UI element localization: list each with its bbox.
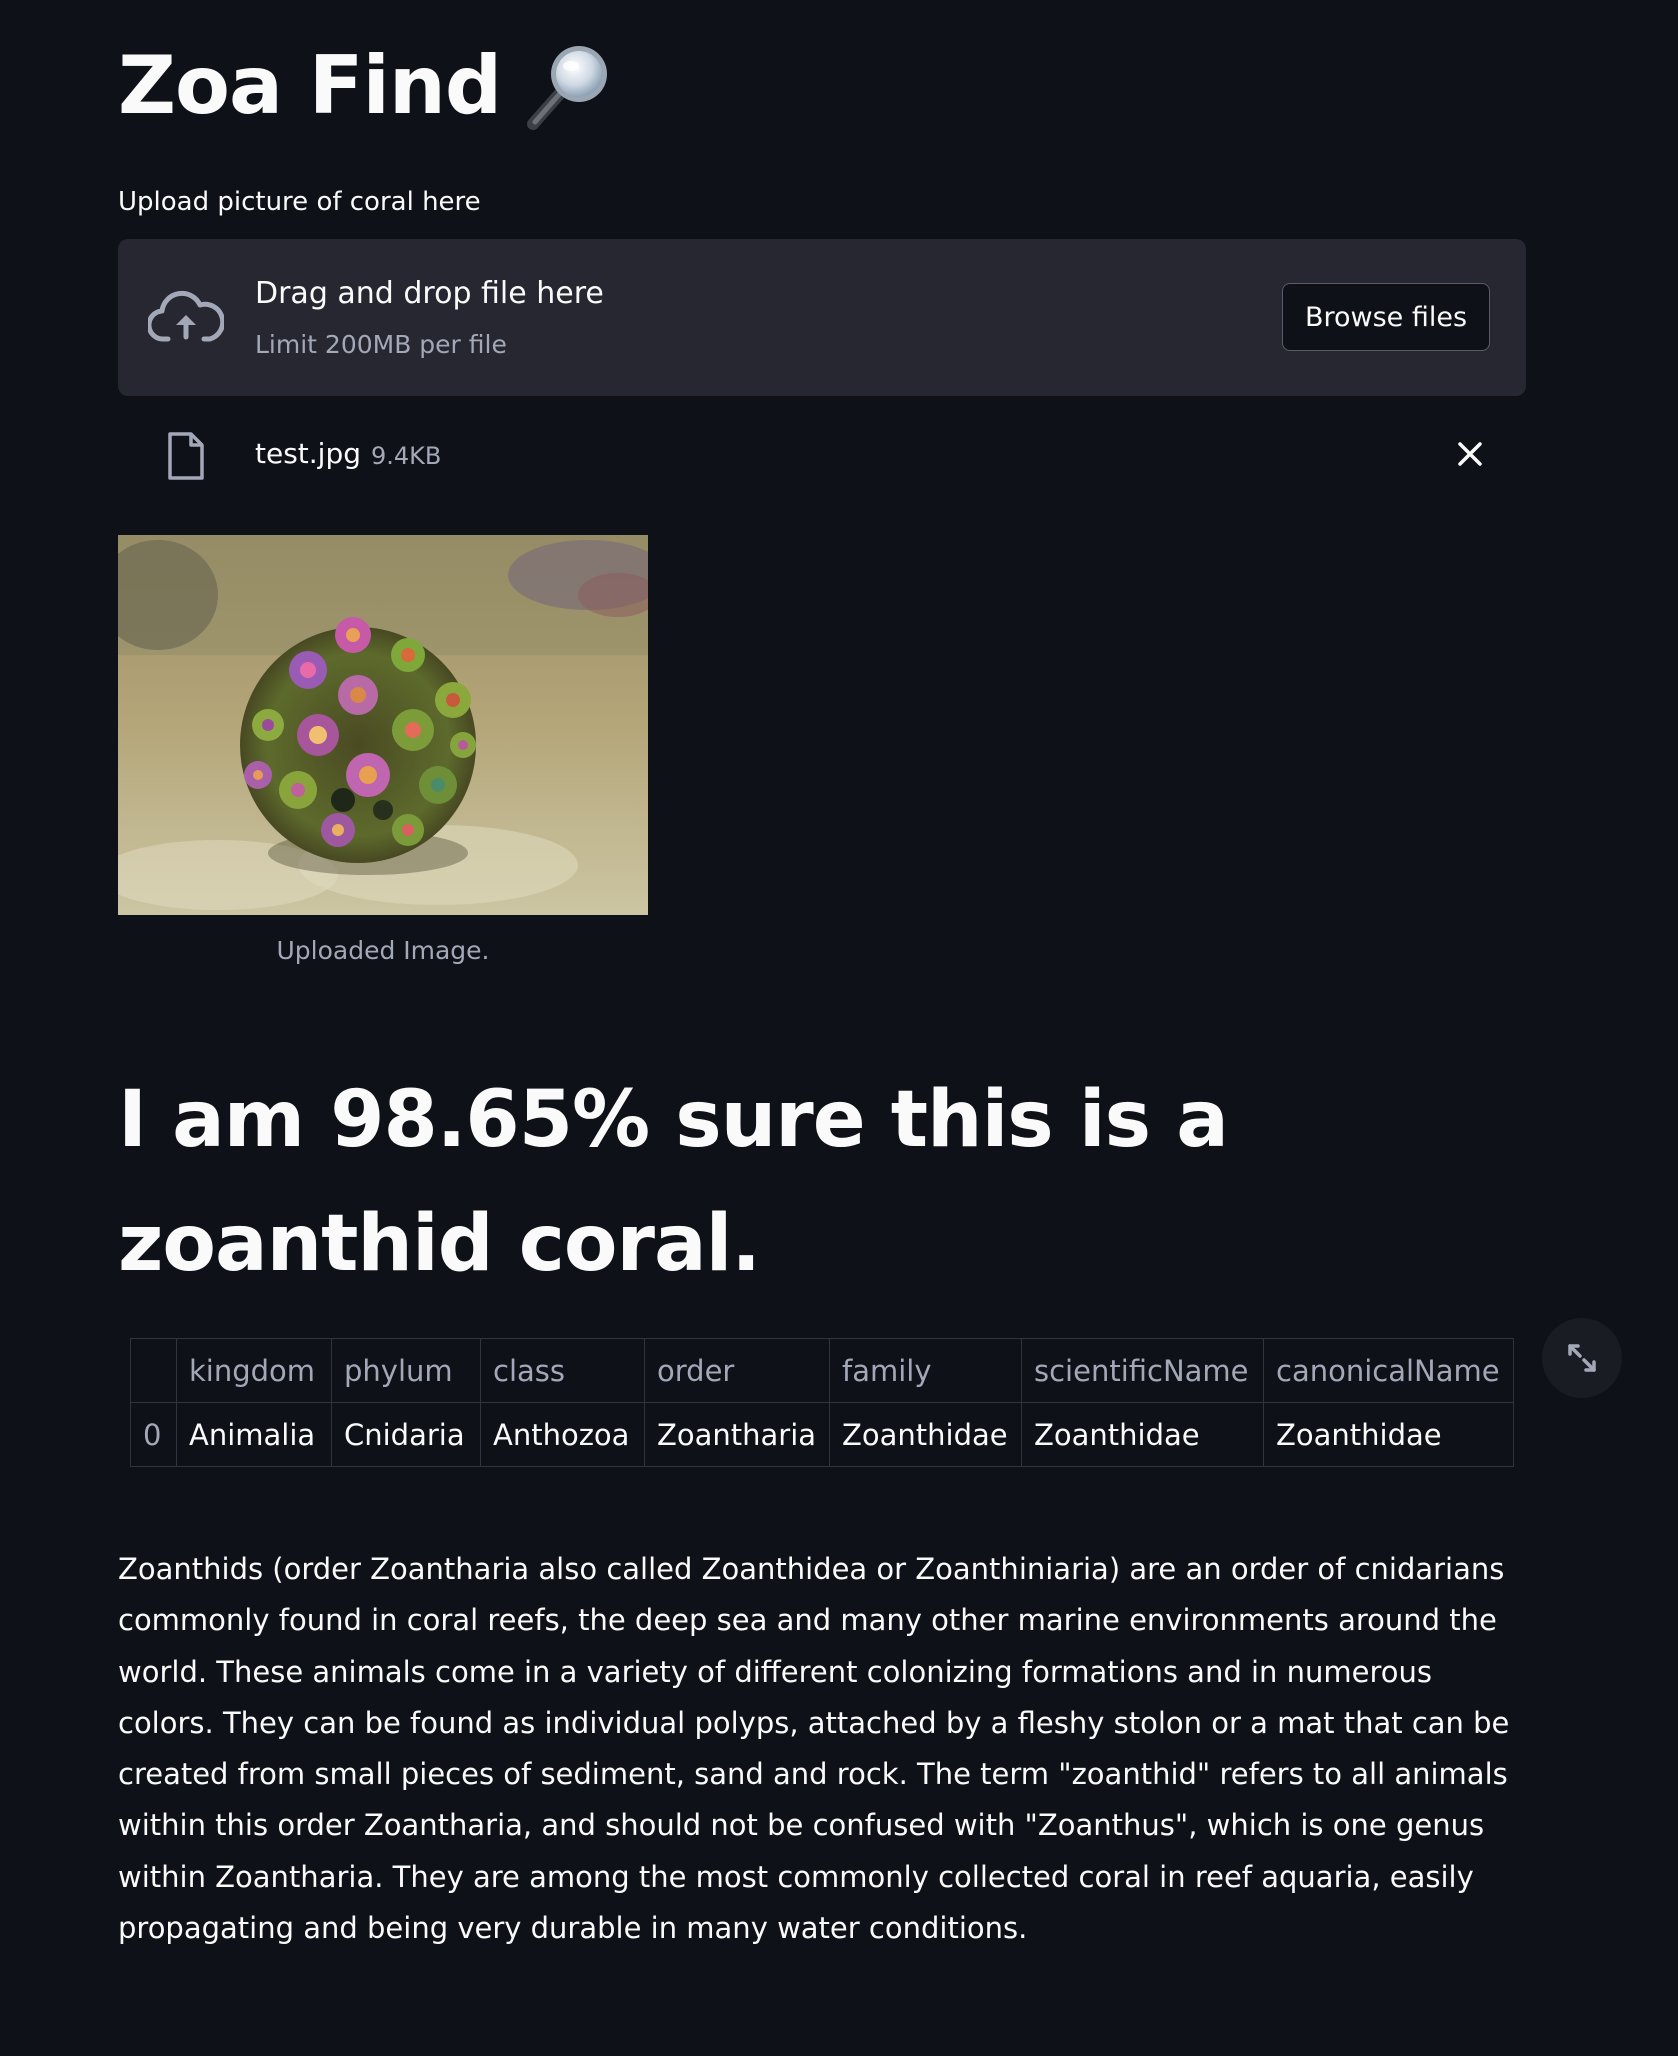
column-header-class[interactable]: class: [480, 1338, 645, 1403]
column-header-phylum[interactable]: phylum: [331, 1338, 481, 1403]
magnifying-glass-icon: [523, 40, 615, 132]
close-icon[interactable]: [1456, 440, 1484, 468]
table-cell-kingdom[interactable]: Animalia: [176, 1402, 332, 1467]
uploaded-coral-image: [118, 535, 648, 915]
column-header-index[interactable]: [130, 1338, 177, 1403]
table-cell-family[interactable]: Zoanthidae: [829, 1402, 1022, 1467]
file-dropzone[interactable]: Drag and drop file here Limit 200MB per …: [118, 239, 1526, 396]
column-header-scientific-name[interactable]: scientificName: [1021, 1338, 1264, 1403]
table-cell-index[interactable]: 0: [130, 1402, 177, 1467]
table-cell-canonical-name[interactable]: Zoanthidae: [1263, 1402, 1514, 1467]
column-header-family[interactable]: family: [829, 1338, 1022, 1403]
column-header-canonical-name[interactable]: canonicalName: [1263, 1338, 1514, 1403]
file-icon: [166, 431, 206, 481]
page-title: Zoa Find: [118, 36, 615, 136]
coral-description: Zoanthids (order Zoantharia also called …: [118, 1552, 1510, 1946]
taxonomy-table: kingdom phylum class order family scient…: [130, 1338, 1514, 1467]
page-title-text: Zoa Find: [118, 39, 502, 132]
table-row: 0 Animalia Cnidaria Anthozoa Zoantharia …: [130, 1402, 1514, 1467]
file-name: test.jpg: [255, 437, 361, 470]
result-heading: I am 98.65% sure this is a zoanthid cora…: [118, 1075, 1229, 1289]
browse-files-button[interactable]: Browse files: [1282, 283, 1490, 351]
table-header-row: kingdom phylum class order family scient…: [130, 1338, 1514, 1403]
column-header-kingdom[interactable]: kingdom: [176, 1338, 332, 1403]
fullscreen-expand-button[interactable]: [1542, 1318, 1622, 1398]
table-cell-order[interactable]: Zoantharia: [644, 1402, 830, 1467]
table-cell-class[interactable]: Anthozoa: [480, 1402, 645, 1467]
column-header-order[interactable]: order: [644, 1338, 830, 1403]
table-cell-scientific-name[interactable]: Zoanthidae: [1021, 1402, 1264, 1467]
table-cell-phylum[interactable]: Cnidaria: [331, 1402, 481, 1467]
file-size: 9.4KB: [371, 442, 442, 470]
cloud-upload-icon: [146, 287, 226, 347]
image-caption: Uploaded Image.: [276, 936, 490, 965]
uploaded-file-row: test.jpg 9.4KB: [118, 425, 1526, 485]
upload-label: Upload picture of coral here: [118, 187, 481, 217]
dropzone-title: Drag and drop file here: [255, 276, 604, 311]
dropzone-limit: Limit 200MB per file: [255, 330, 507, 359]
